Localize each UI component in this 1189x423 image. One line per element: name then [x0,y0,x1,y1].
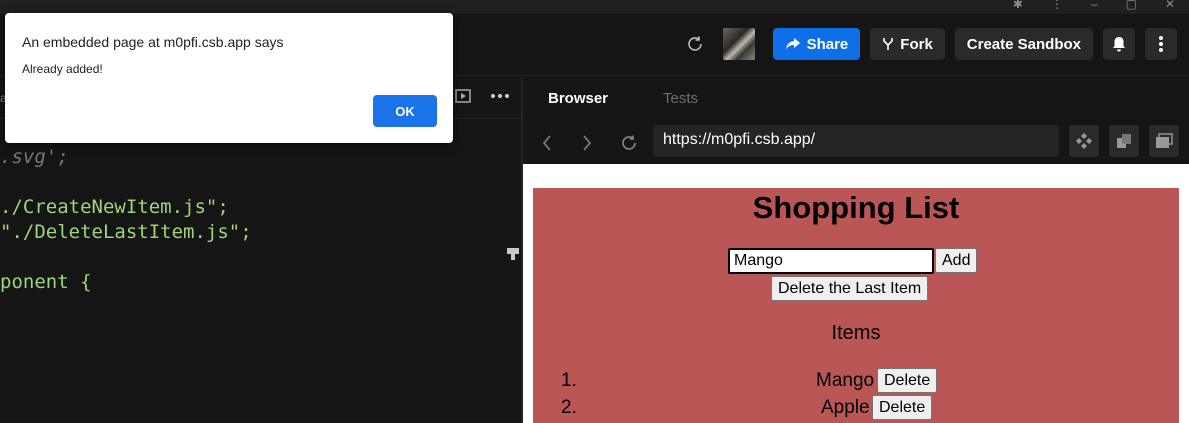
tab-browser[interactable]: Browser [548,90,608,107]
header-actions: Share Fork Create Sandbox [681,28,1177,60]
add-item-row: Add [728,248,978,274]
code-line: ponent { [0,270,92,295]
page-title: Shopping List [752,190,960,225]
share-label: Share [806,35,849,53]
code-text: ./CreateNewItem.js"; [0,196,229,218]
more-menu-button[interactable] [1145,28,1177,60]
minimize-icon[interactable]: – [1091,0,1098,11]
resize-handle[interactable] [507,248,519,260]
maximize-icon[interactable]: ▢ [1126,0,1137,11]
url-bar[interactable]: https://m0pfi.csb.app/ [653,125,1059,157]
create-sandbox-label: Create Sandbox [966,35,1081,53]
editor-tab-actions [455,89,509,103]
extension-icon[interactable]: ✱ [1013,0,1023,11]
more-vertical-icon [1159,36,1163,52]
delete-item-button[interactable]: Delete [877,368,938,393]
delete-last-item-button[interactable]: Delete the Last Item [771,276,929,301]
list-item: 1. Mango Delete [533,367,1179,393]
code-text: ponent { [0,271,92,293]
more-vertical-icon[interactable]: ⋮ [1051,0,1063,11]
code-line: .svg'; [0,146,69,168]
list-item: 2. Apple Delete [533,394,1179,420]
preview-icon[interactable] [455,89,471,103]
avatar[interactable] [722,28,755,60]
items-heading: Items [831,322,881,344]
window-controls: ✱ ⋮ – ▢ ✕ [1013,0,1175,11]
fork-button[interactable]: Fork [870,28,945,60]
open-window-icon[interactable] [1149,125,1179,157]
item-input[interactable] [728,248,934,274]
codesandbox-window: ✱ ⋮ – ▢ ✕ Share Fork Create Sandbox a .s… [0,0,1189,423]
item-name: Mango [816,370,875,391]
reload-icon[interactable] [617,131,641,155]
more-horizontal-icon[interactable] [491,94,509,98]
dialog-message: Already added! [22,62,103,76]
tab-tests[interactable]: Tests [663,90,698,107]
codesandbox-icon[interactable] [1069,125,1099,157]
page-preview: Shopping List Add Delete the Last Item I… [523,164,1189,423]
code-line: "./DeleteLastItem.js"; [0,220,252,245]
shopping-list-app: Shopping List Add Delete the Last Item I… [533,188,1179,423]
forward-icon[interactable] [575,131,599,155]
add-button[interactable]: Add [935,248,978,273]
item-name: Apple [821,397,870,418]
split-view-icon[interactable] [1109,125,1139,157]
bell-icon [1113,37,1125,52]
list-number: 2. [561,397,577,418]
close-icon[interactable]: ✕ [1165,0,1175,11]
alert-dialog: An embedded page at m0pfi.csb.app says A… [5,13,453,143]
code-line: ./CreateNewItem.js"; [0,195,229,220]
share-button[interactable]: Share [772,28,861,60]
back-icon[interactable] [535,131,559,155]
list-number: 1. [561,370,577,391]
share-arrow-icon [785,38,800,50]
dialog-title: An embedded page at m0pfi.csb.app says [22,34,284,50]
code-text: "./DeleteLastItem.js"; [0,221,252,243]
create-sandbox-button[interactable]: Create Sandbox [954,28,1093,60]
browser-nav-bar: https://m0pfi.csb.app/ [523,123,1189,163]
delete-item-button[interactable]: Delete [872,395,933,420]
ok-button[interactable]: OK [373,95,437,127]
fork-label: Fork [900,35,933,53]
browser-tab-bar: Browser Tests [523,77,1189,119]
refresh-icon[interactable] [681,28,709,60]
fork-icon [883,38,894,50]
notifications-button[interactable] [1103,28,1135,60]
window-top-strip: ✱ ⋮ – ▢ ✕ [0,0,1189,14]
